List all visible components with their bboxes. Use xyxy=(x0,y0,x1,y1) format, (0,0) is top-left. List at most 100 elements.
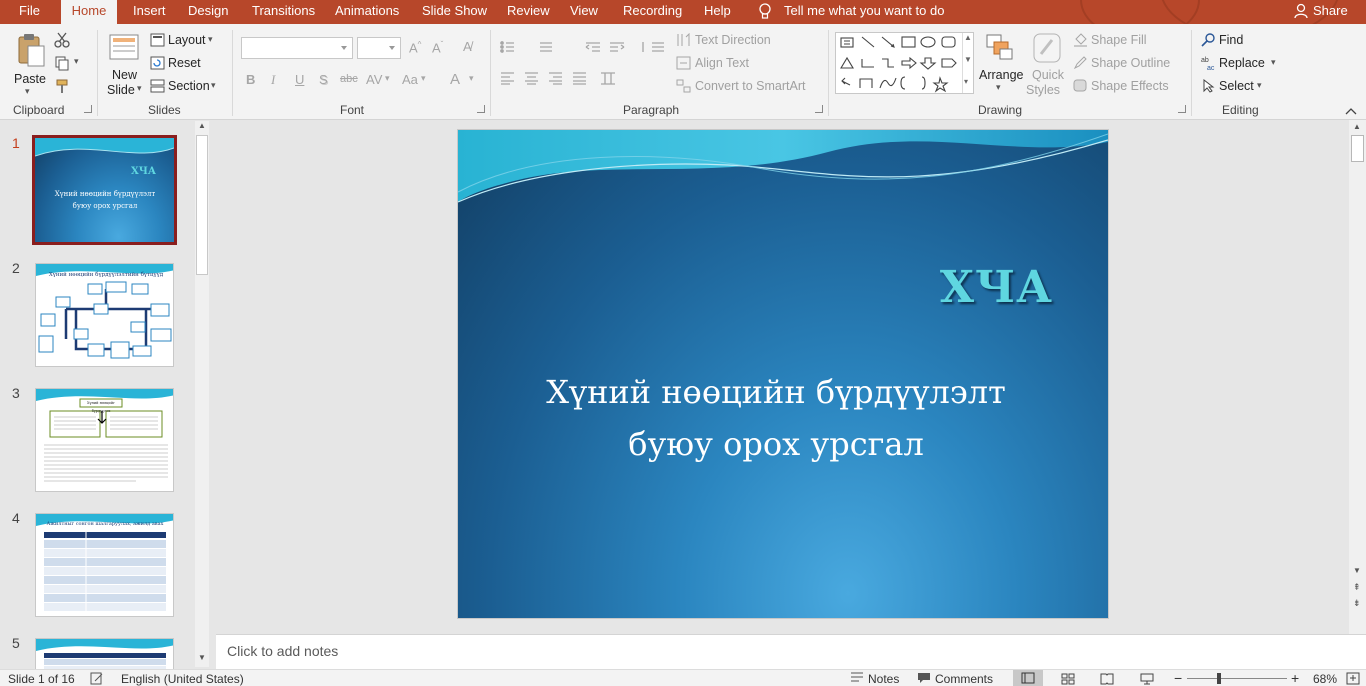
slide-scroll-thumb[interactable] xyxy=(1351,135,1364,162)
clipboard-launcher[interactable] xyxy=(84,105,92,113)
tab-home[interactable]: Home xyxy=(61,0,117,24)
comments-toggle-button[interactable]: Comments xyxy=(917,670,993,686)
slide-thumbnail-4[interactable]: Ажилтныг сонгон шалгаруулах, ажилд авах xyxy=(35,513,174,617)
slide-number-5: 5 xyxy=(12,635,20,651)
tab-help[interactable]: Help xyxy=(694,0,741,24)
clipboard-group-label: Clipboard xyxy=(13,103,65,117)
slide-sorter-icon[interactable] xyxy=(1061,673,1075,685)
paragraph-launcher[interactable] xyxy=(815,105,823,113)
zoom-level[interactable]: 68% xyxy=(1313,672,1337,686)
collapse-ribbon-icon[interactable] xyxy=(1344,106,1358,116)
drawing-launcher[interactable] xyxy=(1178,105,1186,113)
reading-view-icon[interactable] xyxy=(1100,673,1114,685)
shape-outline-button[interactable]: Shape Outline xyxy=(1073,55,1183,73)
underline-button[interactable]: U xyxy=(295,72,304,87)
thumb-1-subtitle: Хүний нөөцийн бүрдүүлэлт буюу орох урсга… xyxy=(54,190,156,210)
quick-styles-icon xyxy=(1033,33,1061,63)
slide-title-text[interactable]: ХЧА xyxy=(459,262,1053,313)
align-text-button[interactable]: Align Text xyxy=(676,55,781,73)
list-buttons-icon[interactable] xyxy=(500,40,680,54)
shape-fill-button[interactable]: Shape Fill xyxy=(1073,32,1183,50)
character-spacing-button[interactable]: AV xyxy=(366,72,382,87)
reset-button[interactable]: Reset xyxy=(150,55,218,73)
slide-show-icon[interactable] xyxy=(1140,673,1154,685)
font-color-button[interactable]: A xyxy=(450,71,460,88)
copy-icon[interactable] xyxy=(54,55,70,71)
cursor-icon xyxy=(1203,79,1215,93)
replace-button[interactable]: ab ac Replace ▾ xyxy=(1201,55,1281,73)
find-button[interactable]: Find xyxy=(1201,32,1261,50)
tab-design[interactable]: Design xyxy=(178,0,238,24)
slide-thumbnail-3[interactable]: Хүний нөөцийг бүрдүүлэх xyxy=(35,388,174,492)
text-shadow-button[interactable]: S xyxy=(319,72,328,87)
tab-file[interactable]: File xyxy=(9,0,50,24)
tab-animations[interactable]: Animations xyxy=(325,0,409,24)
tab-insert[interactable]: Insert xyxy=(123,0,176,24)
reset-icon xyxy=(150,56,165,70)
spell-check-icon[interactable] xyxy=(90,672,104,685)
tab-transitions[interactable]: Transitions xyxy=(242,0,325,24)
next-slide-icon[interactable]: ⇟ xyxy=(1353,598,1361,609)
tab-view[interactable]: View xyxy=(560,0,608,24)
find-label: Find xyxy=(1219,33,1244,47)
slide-thumbnail-1[interactable]: ХЧА Хүний нөөцийн бүрдүүлэлт буюу орох у… xyxy=(32,135,177,245)
alignment-buttons-icon[interactable] xyxy=(500,71,640,85)
shapes-gallery-scroll[interactable]: ▲ ▼ ▾ xyxy=(962,33,973,93)
decrease-font-icon[interactable]: Aˇ xyxy=(432,40,443,55)
tell-me-search[interactable]: Tell me what you want to do xyxy=(758,0,944,24)
layout-button[interactable]: Layout ▾ xyxy=(150,32,218,50)
thumbnail-scrollbar[interactable]: ▲ ▼ xyxy=(195,121,209,667)
format-painter-icon[interactable] xyxy=(54,78,70,94)
zoom-out-button[interactable]: − xyxy=(1174,670,1182,686)
section-label: Section xyxy=(168,79,210,93)
cut-icon[interactable] xyxy=(54,32,70,48)
strikethrough-button[interactable]: abc xyxy=(340,73,358,85)
language-indicator[interactable]: English (United States) xyxy=(121,672,244,686)
normal-view-button[interactable] xyxy=(1013,670,1043,686)
tell-me-text: Tell me what you want to do xyxy=(784,3,945,18)
quick-styles-button[interactable]: Quick Styles xyxy=(1026,32,1068,100)
convert-smartart-button[interactable]: Convert to SmartArt xyxy=(676,78,816,96)
italic-button[interactable]: I xyxy=(271,72,275,88)
slide-number-2: 2 xyxy=(12,260,20,276)
slide-scrollbar[interactable]: ▲ ▼ ⇞ ⇟ xyxy=(1349,120,1366,634)
svg-text:ab: ab xyxy=(1201,57,1209,64)
slide-thumbnail-5[interactable] xyxy=(35,638,174,669)
notes-toggle-button[interactable]: Notes xyxy=(850,670,900,686)
fit-to-window-icon[interactable] xyxy=(1346,672,1360,685)
shape-effects-button[interactable]: Shape Effects xyxy=(1073,78,1183,96)
table-thumbnail xyxy=(36,514,173,612)
notes-pane[interactable]: Click to add notes xyxy=(216,634,1366,669)
clear-formatting-icon[interactable]: A̸ xyxy=(463,39,472,54)
select-button[interactable]: Select ▾ xyxy=(1201,78,1271,96)
change-case-button[interactable]: Aa xyxy=(402,72,418,87)
share-button[interactable]: Share xyxy=(1294,0,1348,24)
tab-slide-show[interactable]: Slide Show xyxy=(412,0,497,24)
increase-font-icon[interactable]: A^ xyxy=(409,40,421,55)
paste-button[interactable]: Paste ▾ xyxy=(10,30,50,100)
font-launcher[interactable] xyxy=(477,105,485,113)
layout-icon xyxy=(150,33,165,47)
slide-subtitle-text[interactable]: Хүний нөөцийн бүрдүүлэлт буюу орох урсга… xyxy=(520,366,1032,470)
text-direction-label: Text Direction xyxy=(695,33,771,47)
font-size-combo[interactable] xyxy=(357,37,401,59)
tab-recording[interactable]: Recording xyxy=(613,0,692,24)
previous-slide-icon[interactable]: ⇞ xyxy=(1353,582,1361,593)
zoom-in-button[interactable]: + xyxy=(1291,670,1299,686)
new-slide-button[interactable]: New Slide ▾ xyxy=(104,30,144,100)
thumbnail-scroll-thumb[interactable] xyxy=(196,135,208,275)
arrange-button[interactable]: Arrange ▾ xyxy=(977,32,1023,100)
thumb-3-title: Хүний нөөцийг бүрдүүлэх xyxy=(87,401,115,413)
section-button[interactable]: Section ▾ xyxy=(150,78,222,96)
text-direction-button[interactable]: Text Direction xyxy=(676,32,781,50)
svg-text:ac: ac xyxy=(1207,65,1215,71)
bold-button[interactable]: B xyxy=(246,72,255,87)
shapes-icon xyxy=(840,36,957,93)
zoom-slider-thumb[interactable] xyxy=(1217,673,1221,684)
slide-thumbnail-2[interactable]: Хүний нөөцийн бүрдүүлэлтийн бүтцүүд xyxy=(35,263,174,367)
tab-review[interactable]: Review xyxy=(497,0,560,24)
text-direction-icon xyxy=(677,33,690,46)
zoom-slider[interactable] xyxy=(1187,678,1287,679)
font-name-combo[interactable] xyxy=(241,37,353,59)
shapes-gallery[interactable]: ▲ ▼ ▾ xyxy=(835,32,974,94)
